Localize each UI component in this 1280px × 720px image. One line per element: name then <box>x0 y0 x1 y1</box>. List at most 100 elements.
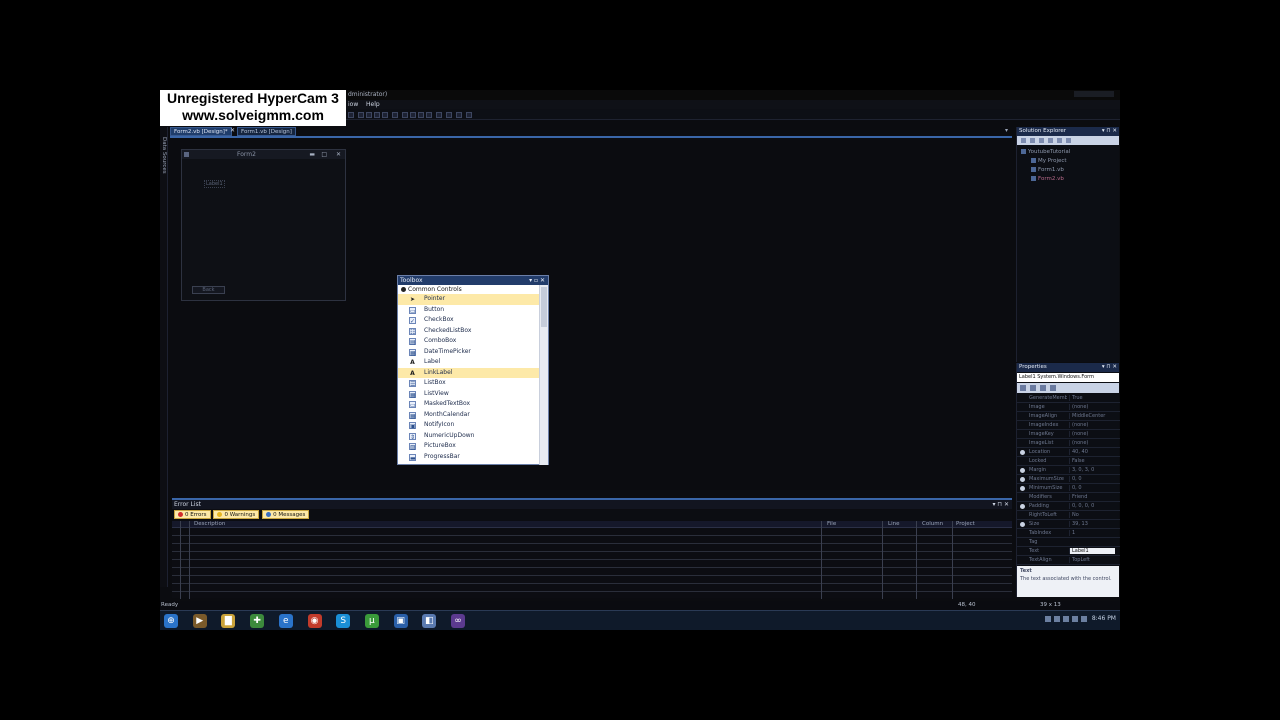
menu-item-help[interactable]: Help <box>366 101 380 108</box>
events-icon[interactable] <box>1050 385 1056 391</box>
property-row[interactable]: TextAlign TopLeft <box>1017 556 1120 565</box>
visual-studio-icon[interactable]: ∞ <box>451 614 465 628</box>
tab-dropdown-icon[interactable]: ▾ <box>1005 127 1008 134</box>
property-row[interactable]: Margin 3, 0, 3, 0 <box>1017 466 1120 475</box>
tree-item[interactable]: Form2.vb <box>1021 175 1070 184</box>
column-description[interactable]: Description <box>194 521 225 527</box>
property-value[interactable]: MiddleCenter <box>1069 413 1115 419</box>
toolbox-item[interactable]: ▣ NotifyIcon <box>398 420 539 431</box>
view-designer-icon[interactable] <box>1057 138 1062 143</box>
toolbox-item[interactable]: ⇕ NumericUpDown <box>398 431 539 442</box>
property-value[interactable]: 0, 0, 0, 0 <box>1069 503 1115 509</box>
properties-view-icon[interactable] <box>1040 385 1046 391</box>
property-value[interactable]: 0, 0 <box>1069 476 1115 482</box>
toolbar-button[interactable] <box>374 112 380 118</box>
form2-window[interactable]: Form2 ▬ □ ✕ Label1 Back <box>181 149 346 301</box>
toolbox-item[interactable]: ▦ ListView <box>398 389 539 400</box>
toolbox-item[interactable]: A Label <box>398 357 539 368</box>
toolbar-button[interactable] <box>418 112 424 118</box>
properties-window-controls[interactable]: ▾ ⊓ ✕ <box>1102 364 1117 370</box>
toolbar-button[interactable] <box>366 112 372 118</box>
scrollbar-thumb[interactable] <box>541 287 547 327</box>
property-value[interactable]: 3, 0, 3, 0 <box>1069 467 1115 473</box>
property-row[interactable]: TabIndex 1 <box>1017 529 1120 538</box>
toolbox-item[interactable]: ▦ MonthCalendar <box>398 410 539 421</box>
toolbox-scrollbar[interactable] <box>539 285 548 465</box>
property-value[interactable]: 1 <box>1069 530 1115 536</box>
messages-filter-button[interactable]: 0 Messages <box>262 510 310 519</box>
paint-icon[interactable]: ◧ <box>422 614 437 628</box>
property-row[interactable]: RightToLeft No <box>1017 511 1120 520</box>
property-value[interactable]: Friend <box>1069 494 1115 500</box>
categorized-icon[interactable] <box>1020 385 1026 391</box>
network-icon[interactable]: ✚ <box>250 614 265 628</box>
property-row[interactable]: Tag <box>1017 538 1120 547</box>
property-row[interactable]: ImageIndex (none) <box>1017 421 1120 430</box>
property-row[interactable]: ImageList (none) <box>1017 439 1120 448</box>
property-row[interactable]: Padding 0, 0, 0, 0 <box>1017 502 1120 511</box>
properties-icon[interactable] <box>1021 138 1026 143</box>
toolbox-item[interactable]: ▦ DateTimePicker <box>398 347 539 358</box>
app-icon[interactable]: ▣ <box>393 614 408 628</box>
toolbar-button[interactable] <box>436 112 442 118</box>
property-value[interactable]: 39, 13 <box>1069 521 1115 527</box>
toolbox-item[interactable]: ▤ ComboBox <box>398 336 539 347</box>
property-value[interactable]: (none) <box>1069 431 1115 437</box>
property-row[interactable]: Location 40, 40 <box>1017 448 1120 457</box>
tray-icon[interactable] <box>1062 615 1069 622</box>
error-list-window-controls[interactable]: ▾ ⊓ ✕ <box>992 501 1009 508</box>
toolbox-item[interactable]: ▭ Button <box>398 305 539 316</box>
toolbar-button[interactable] <box>382 112 388 118</box>
alphabetical-icon[interactable] <box>1030 385 1036 391</box>
refresh-icon[interactable] <box>1039 138 1044 143</box>
tree-item[interactable]: YoutubeTutorial <box>1021 148 1070 157</box>
property-value[interactable]: TopLeft <box>1069 557 1115 563</box>
toolbox-item[interactable]: ▬ ProgressBar <box>398 452 539 463</box>
expand-icon[interactable] <box>1020 486 1025 491</box>
solution-explorer-window-controls[interactable]: ▾ ⊓ ✕ <box>1102 128 1117 134</box>
ie-icon[interactable]: e <box>278 614 293 628</box>
toolbar-button[interactable] <box>358 112 364 118</box>
data-sources-tab[interactable]: Data Sources <box>161 137 167 174</box>
expand-icon[interactable] <box>1020 450 1025 455</box>
property-row[interactable]: ImageAlign MiddleCenter <box>1017 412 1120 421</box>
clock[interactable]: 8:46 PM <box>1092 615 1116 622</box>
form-label1[interactable]: Label1 <box>204 180 225 188</box>
toolbox-group-common-controls[interactable]: Common Controls <box>398 285 539 294</box>
toolbar-button[interactable] <box>446 112 452 118</box>
property-value[interactable]: Label1 <box>1069 548 1115 554</box>
column-column[interactable]: Column <box>922 521 943 527</box>
toolbox-item[interactable]: ☷ CheckedListBox <box>398 326 539 337</box>
toolbox-item[interactable]: ☰ ListBox <box>398 378 539 389</box>
toolbar-button[interactable] <box>410 112 416 118</box>
toolbox-item[interactable]: ▭ MaskedTextBox <box>398 399 539 410</box>
tab-form2-design[interactable]: Form2.vb [Design]* <box>170 127 232 136</box>
volume-icon[interactable] <box>1080 615 1087 622</box>
property-row[interactable]: MaximumSize 0, 0 <box>1017 475 1120 484</box>
folder-icon[interactable]: ▇ <box>221 614 236 628</box>
form-designer-surface[interactable]: Form2 ▬ □ ✕ Label1 Back Toolbox ▾ ▫ ✕ Co… <box>170 138 1012 493</box>
property-value[interactable]: (none) <box>1069 440 1115 446</box>
property-row[interactable]: MinimumSize 0, 0 <box>1017 484 1120 493</box>
form-back-button[interactable]: Back <box>192 286 225 294</box>
property-row[interactable]: Image (none) <box>1017 403 1120 412</box>
start-orb-icon[interactable]: ⊕ <box>164 614 178 628</box>
property-row[interactable]: Size 39, 13 <box>1017 520 1120 529</box>
expand-icon[interactable] <box>1020 468 1025 473</box>
expand-icon[interactable] <box>1020 522 1025 527</box>
property-value[interactable]: 0, 0 <box>1069 485 1115 491</box>
object-selector-dropdown[interactable]: Label1 System.Windows.Form <box>1017 373 1119 382</box>
property-value[interactable]: True <box>1069 395 1115 401</box>
class-diagram-icon[interactable] <box>1066 138 1071 143</box>
utorrent-icon[interactable]: µ <box>364 614 379 628</box>
tray-icon[interactable] <box>1071 615 1078 622</box>
property-value[interactable]: (none) <box>1069 422 1115 428</box>
property-value[interactable]: 40, 40 <box>1069 449 1115 455</box>
column-line[interactable]: Line <box>888 521 899 527</box>
property-value[interactable]: (none) <box>1069 404 1115 410</box>
property-row[interactable]: Locked False <box>1017 457 1120 466</box>
show-all-files-icon[interactable] <box>1030 138 1035 143</box>
expand-icon[interactable] <box>1020 504 1025 509</box>
toolbar-button[interactable] <box>402 112 408 118</box>
property-row[interactable]: ImageKey (none) <box>1017 430 1120 439</box>
